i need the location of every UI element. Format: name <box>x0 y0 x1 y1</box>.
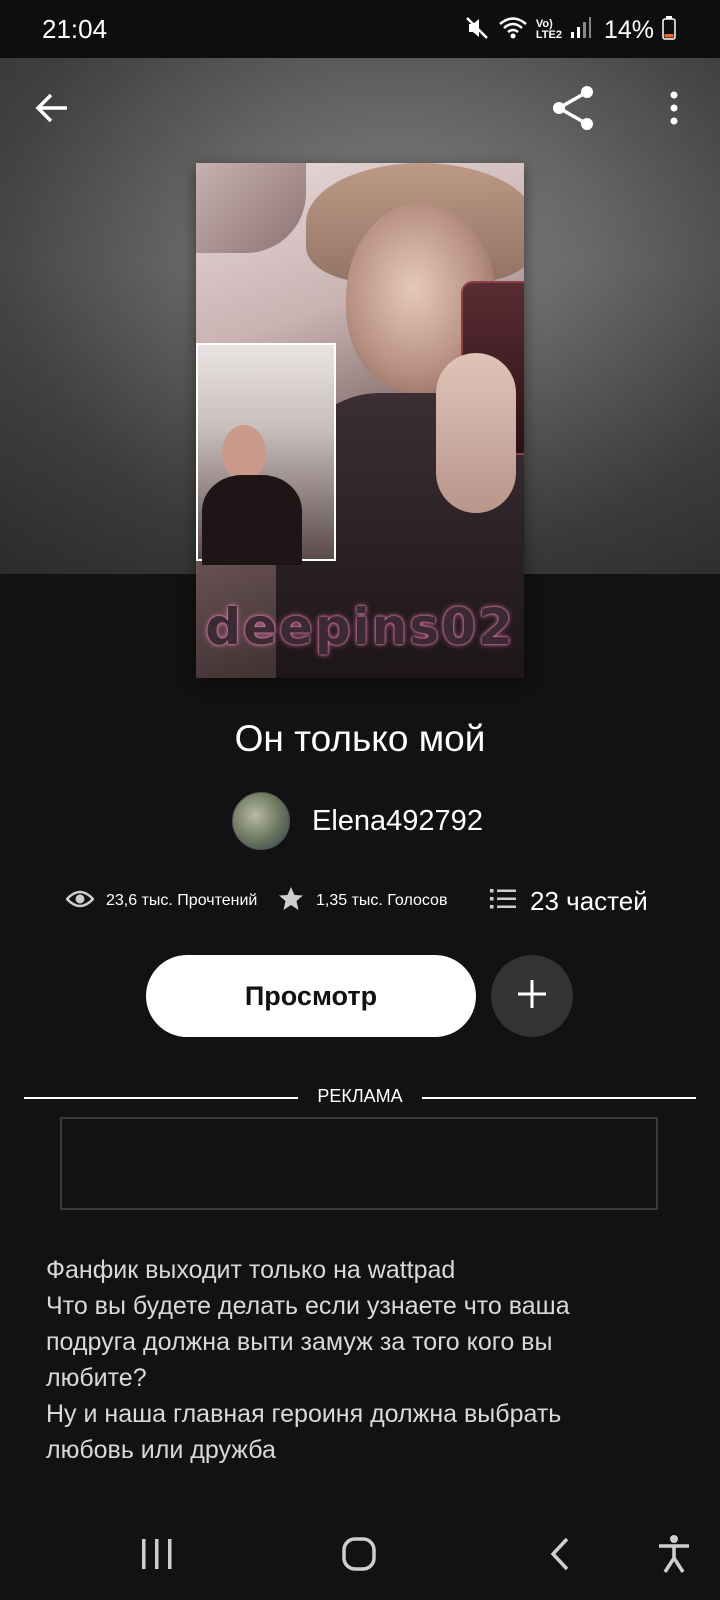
story-details-screen: 21:04 Vo) LTE2 14% deepins02 Он только м… <box>0 0 720 1600</box>
read-button[interactable]: Просмотр <box>146 955 476 1037</box>
home-icon <box>341 1536 377 1577</box>
share-icon <box>549 84 597 137</box>
wifi-icon <box>498 15 528 46</box>
nav-back-button[interactable] <box>524 1520 596 1592</box>
accessibility-icon <box>657 1534 691 1579</box>
reads-stat: 23,6 тыс. Прочтений <box>65 880 258 922</box>
star-icon <box>278 886 304 917</box>
lte-label: LTE2 <box>535 29 562 41</box>
votes-count: 1,35 тыс. Голосов <box>316 892 448 909</box>
plus-icon <box>515 977 549 1016</box>
signal-icon <box>570 16 592 45</box>
recents-icon <box>140 1538 174 1575</box>
parts-stat[interactable]: 23 частей <box>490 880 648 922</box>
battery-percent: 14% <box>603 15 654 44</box>
avatar[interactable] <box>232 792 290 850</box>
mute-icon <box>464 15 490 46</box>
system-nav-bar <box>0 1510 720 1600</box>
ad-divider-left <box>24 1097 298 1099</box>
description-line: Ну и наша главная героиня должна выбрать <box>46 1400 562 1428</box>
back-arrow-icon <box>35 93 69 128</box>
description-line: любовь или дружба <box>46 1436 276 1464</box>
story-title: Он только мой <box>234 718 486 759</box>
list-icon <box>490 888 516 915</box>
description-line: Фанфик выходит только на wattpad <box>46 1256 456 1284</box>
nav-back-icon <box>549 1536 571 1577</box>
back-button[interactable] <box>24 82 80 138</box>
ad-label: РЕКЛАМА <box>317 1086 403 1106</box>
status-icons: Vo) LTE2 14% <box>464 14 676 46</box>
description-line: подруга должна выти замуж за того кого в… <box>46 1328 553 1356</box>
nav-recents-button[interactable] <box>121 1520 193 1592</box>
author-name[interactable]: Elena492792 <box>312 805 483 838</box>
share-button[interactable] <box>545 82 601 138</box>
inset-body-shape <box>202 475 302 565</box>
battery-icon <box>662 15 676 45</box>
reads-count: 23,6 тыс. Прочтений <box>106 892 258 909</box>
inset-face-shape <box>222 425 266 481</box>
cover-hand-shape <box>436 353 516 513</box>
more-options-button[interactable] <box>646 82 702 138</box>
parts-count[interactable]: 23 частей <box>530 886 648 917</box>
add-to-library-button[interactable] <box>491 955 573 1037</box>
accessibility-button[interactable] <box>638 1520 710 1592</box>
nav-home-button[interactable] <box>323 1520 395 1592</box>
eye-icon <box>65 889 95 914</box>
cover-inset-photo <box>196 343 336 565</box>
story-cover-image[interactable]: deepins02 <box>196 163 524 678</box>
ad-divider-right <box>422 1097 696 1099</box>
status-time: 21:04 <box>42 14 108 44</box>
description-line: любите? <box>46 1364 147 1392</box>
cover-arm-shape <box>196 163 306 253</box>
cover-watermark: deepins02 <box>205 598 515 656</box>
more-vertical-icon <box>669 91 679 130</box>
lte-indicator: Vo) LTE2 <box>536 19 562 41</box>
story-description: Фанфик выходит только на wattpad Что вы … <box>46 1252 666 1468</box>
ad-placeholder[interactable] <box>60 1117 658 1210</box>
status-bar: 21:04 Vo) LTE2 14% <box>0 0 720 58</box>
story-stats: 23,6 тыс. Прочтений 1,35 тыс. Голосов 23… <box>65 880 666 922</box>
description-line: Что вы будете делать если узнаете что ва… <box>46 1292 570 1320</box>
votes-stat: 1,35 тыс. Голосов <box>278 880 447 922</box>
author-row[interactable]: Elena492792 <box>232 792 483 850</box>
